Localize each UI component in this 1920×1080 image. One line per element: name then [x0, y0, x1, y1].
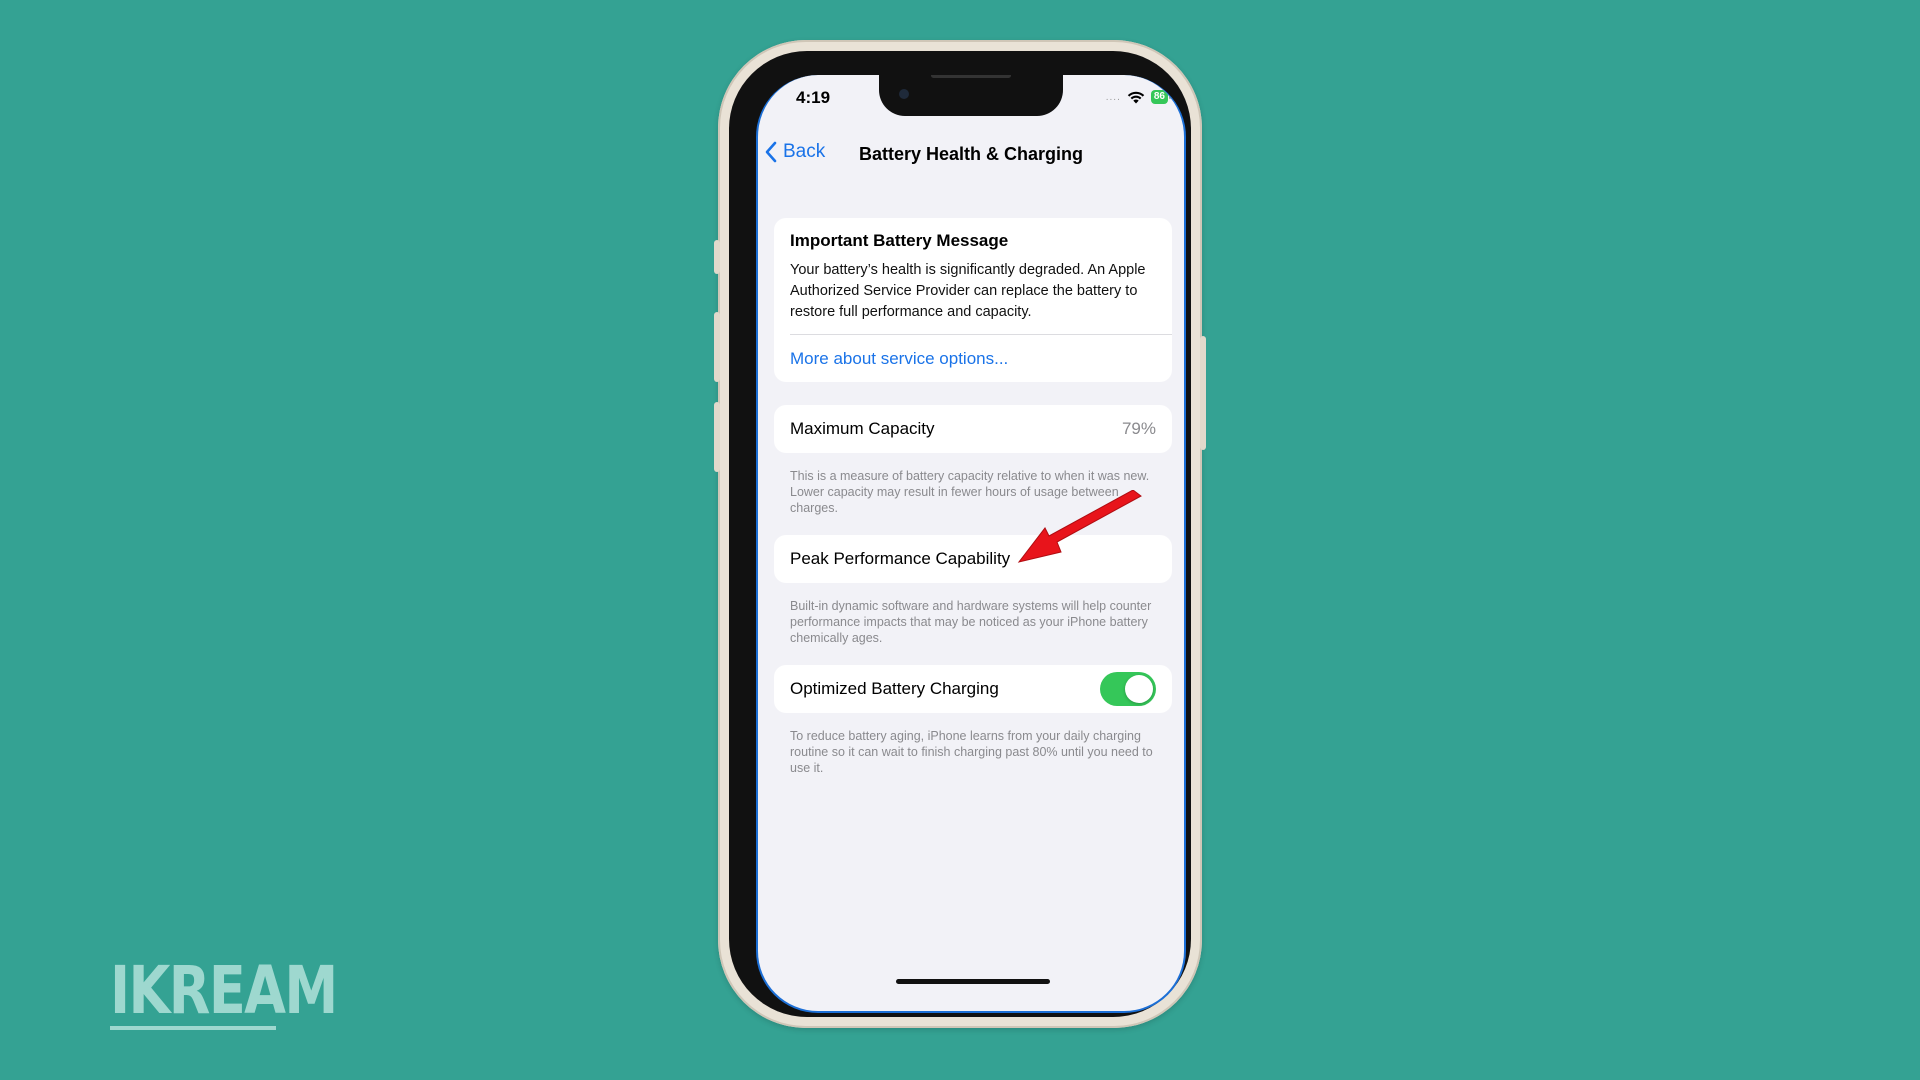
- home-indicator[interactable]: [896, 979, 1050, 984]
- action-button: [714, 240, 720, 274]
- optimized-charging-toggle[interactable]: [1100, 672, 1156, 706]
- service-options-link[interactable]: More about service options...: [790, 349, 1008, 369]
- cellular-signal-icon: ....: [1105, 91, 1121, 103]
- maximum-capacity-label: Maximum Capacity: [790, 419, 935, 438]
- status-time: 4:19: [796, 88, 831, 107]
- message-body: Your battery’s health is significantly d…: [790, 262, 1146, 320]
- speaker-grille: [931, 75, 1011, 78]
- watermark-logo: IKREAM: [110, 952, 338, 1029]
- annotation-arrow-icon: [1017, 490, 1142, 563]
- watermark-underline: [110, 1026, 276, 1030]
- status-indicators: .... 86: [1105, 90, 1172, 104]
- toggle-knob: [1125, 675, 1153, 703]
- front-camera-icon: [899, 89, 909, 99]
- optimized-charging-row: Optimized Battery Charging: [774, 665, 1172, 713]
- optimized-charging-label: Optimized Battery Charging: [790, 679, 999, 698]
- side-button: [1200, 336, 1206, 450]
- battery-message-card: Important Battery Message Your battery’s…: [774, 218, 1172, 382]
- notch: [879, 75, 1063, 116]
- page-title: Battery Health & Charging: [858, 144, 1084, 164]
- peak-performance-label: Peak Performance Capability: [790, 549, 1011, 568]
- maximum-capacity-value: 79%: [1121, 419, 1156, 438]
- card-divider: [790, 334, 1172, 335]
- volume-down-button: [714, 402, 720, 472]
- maximum-capacity-row: Maximum Capacity 79%: [774, 405, 1172, 453]
- wifi-icon: [1127, 91, 1145, 103]
- optimized-charging-footnote: To reduce battery aging, iPhone learns f…: [790, 729, 1153, 775]
- message-title: Important Battery Message: [790, 231, 1009, 250]
- volume-up-button: [714, 312, 720, 382]
- peak-performance-footnote: Built-in dynamic software and hardware s…: [790, 599, 1152, 645]
- battery-icon: 86: [1150, 90, 1172, 104]
